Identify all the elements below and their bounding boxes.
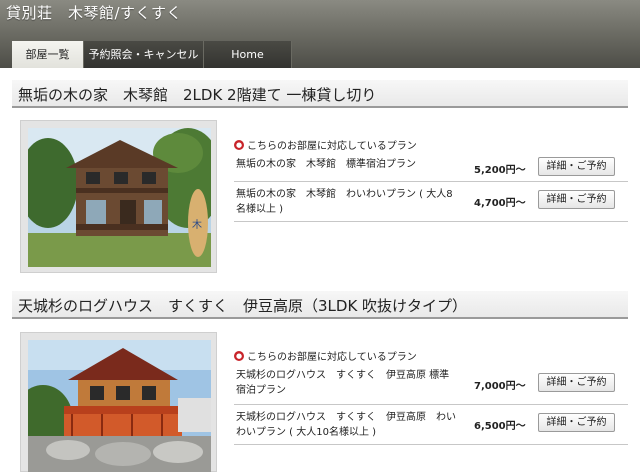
loghouse-photo: [28, 340, 211, 472]
tab-room-list[interactable]: 部屋一覧: [12, 41, 84, 68]
plan-price: 5,200円～: [474, 165, 526, 176]
room-photo[interactable]: [20, 332, 217, 472]
plans-caption-text: こちらのお部屋に対応しているプラン: [247, 352, 417, 363]
red-circle-icon: ●: [234, 139, 244, 150]
room-title: 無垢の木の家 木琴館 2LDK 2階建て 一棟貸し切り: [18, 86, 377, 104]
cottage-photo: 木: [28, 128, 211, 267]
plan-price: 7,000円～: [474, 381, 526, 392]
plans-caption: ● こちらのお部屋に対応しているプラン: [234, 137, 417, 152]
site-title: 貸別荘 木琴館/すくすく: [6, 4, 183, 22]
detail-reserve-button[interactable]: 詳細・ご予約: [538, 157, 615, 176]
room-section-header: 無垢の木の家 木琴館 2LDK 2階建て 一棟貸し切り: [12, 80, 628, 108]
plan-row: 天城杉のログハウス すくすく 伊豆高原 わいわいプラン ( 大人10名様以上 )…: [234, 405, 628, 445]
plan-name[interactable]: 天城杉のログハウス すくすく 伊豆高原 わいわいプラン ( 大人10名様以上 ): [236, 410, 458, 440]
plan-name[interactable]: 無垢の木の家 木琴館 標準宿泊プラン: [236, 157, 458, 172]
plan-row: 無垢の木の家 木琴館 標準宿泊プラン 5,200円～ 詳細・ご予約: [234, 152, 628, 182]
plans-caption: ● こちらのお部屋に対応しているプラン: [234, 348, 417, 363]
plan-name[interactable]: 無垢の木の家 木琴館 わいわいプラン ( 大人8名様以上 ): [236, 187, 458, 217]
plan-row: 天城杉のログハウス すくすく 伊豆高原 標準宿泊プラン 7,000円～ 詳細・ご…: [234, 363, 628, 405]
red-circle-icon: ●: [234, 350, 244, 361]
plan-name[interactable]: 天城杉のログハウス すくすく 伊豆高原 標準宿泊プラン: [236, 368, 458, 398]
tab-home[interactable]: Home: [204, 41, 292, 68]
plan-price: 4,700円～: [474, 198, 526, 209]
nav-tabs: 部屋一覧 予約照会・キャンセル Home: [12, 41, 292, 68]
detail-reserve-button[interactable]: 詳細・ご予約: [538, 373, 615, 392]
plan-price: 6,500円～: [474, 421, 526, 432]
tab-reservation-lookup[interactable]: 予約照会・キャンセル: [84, 41, 204, 68]
detail-reserve-button[interactable]: 詳細・ご予約: [538, 190, 615, 209]
room-section-header: 天城杉のログハウス すくすく 伊豆高原（3LDK 吹抜けタイプ）: [12, 291, 628, 319]
plan-row: 無垢の木の家 木琴館 わいわいプラン ( 大人8名様以上 ) 4,700円～ 詳…: [234, 182, 628, 222]
detail-reserve-button[interactable]: 詳細・ご予約: [538, 413, 615, 432]
room-photo[interactable]: 木: [20, 120, 217, 273]
room-title: 天城杉のログハウス すくすく 伊豆高原（3LDK 吹抜けタイプ）: [18, 297, 468, 315]
svg-text:木: 木: [192, 219, 202, 231]
plans-caption-text: こちらのお部屋に対応しているプラン: [247, 141, 417, 152]
site-header: 貸別荘 木琴館/すくすく 部屋一覧 予約照会・キャンセル Home: [0, 0, 640, 68]
